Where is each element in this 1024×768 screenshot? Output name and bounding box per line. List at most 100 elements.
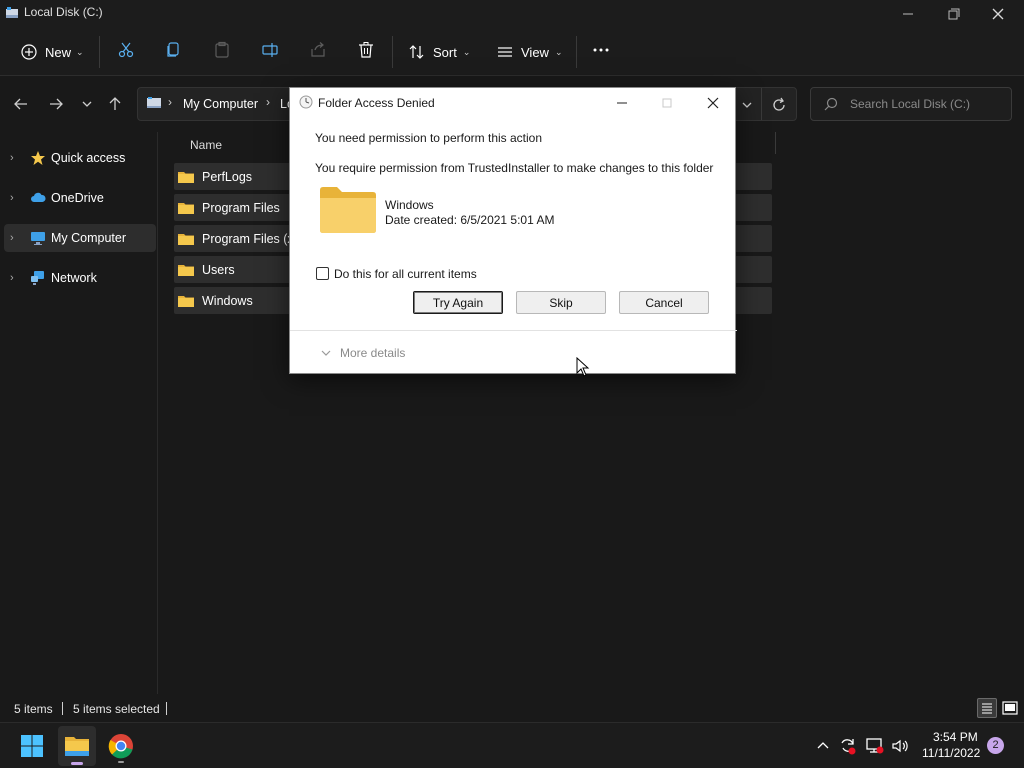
sidebar-item-my-computer[interactable]: › My Computer <box>4 224 156 252</box>
search-icon <box>824 97 838 111</box>
breadcrumb-separator: › <box>266 95 270 109</box>
close-icon[interactable] <box>988 4 1008 24</box>
dialog-divider <box>290 330 737 331</box>
show-hidden-icons-chevron-icon[interactable] <box>815 738 831 754</box>
sidebar-item-network[interactable]: › Network <box>4 264 156 292</box>
folder-icon <box>178 201 194 215</box>
folder-icon <box>178 232 194 246</box>
clock-date[interactable]: 11/11/2022 <box>922 746 980 760</box>
sort-icon <box>409 45 424 59</box>
clock-icon <box>299 95 313 109</box>
apply-to-all-label[interactable]: Do this for all current items <box>334 267 477 281</box>
expand-chevron-icon[interactable]: › <box>4 232 24 244</box>
dialog-title: Folder Access Denied <box>318 96 435 110</box>
address-divider <box>761 88 762 120</box>
window-title: Local Disk (C:) <box>24 5 103 19</box>
toolbar-divider <box>99 36 100 68</box>
toolbar-divider <box>576 36 577 68</box>
cancel-button[interactable]: Cancel <box>619 291 709 314</box>
skip-button[interactable]: Skip <box>516 291 606 314</box>
sidebar-item-label: Network <box>51 271 97 285</box>
start-windows-icon[interactable] <box>20 734 44 758</box>
dialog-minimize-icon[interactable] <box>613 94 631 112</box>
selected-count: 5 items selected <box>73 702 160 716</box>
chevron-down-icon: ⌄ <box>554 46 563 57</box>
breadcrumb-my-computer[interactable]: My Computer <box>183 97 258 111</box>
clock-time[interactable]: 3:54 PM <box>933 730 978 744</box>
share-icon[interactable] <box>309 41 327 59</box>
computer-icon <box>146 97 162 111</box>
sort-button[interactable]: Sort ⌄ <box>408 40 470 64</box>
refresh-icon[interactable] <box>771 97 787 113</box>
more-options-icon[interactable] <box>592 41 610 59</box>
copy-icon[interactable] <box>165 41 183 59</box>
folder-icon <box>178 263 194 277</box>
large-icons-view-icon[interactable] <box>1000 698 1020 718</box>
drive-icon <box>5 6 19 20</box>
expand-chevron-icon[interactable]: › <box>4 192 24 204</box>
cut-icon[interactable] <box>117 41 135 59</box>
details-view-icon[interactable] <box>977 698 997 718</box>
minimize-icon[interactable] <box>898 4 918 24</box>
sidebar-item-label: OneDrive <box>51 191 104 205</box>
folder-name: Windows <box>385 198 434 212</box>
chevron-down-icon: ⌄ <box>462 46 471 57</box>
rename-icon[interactable] <box>261 41 279 59</box>
try-again-button[interactable]: Try Again <box>413 291 503 314</box>
network-monitor-icon[interactable] <box>865 736 885 756</box>
sidebar-item-label: Quick access <box>51 151 126 165</box>
new-label: New <box>45 44 72 60</box>
plus-circle-icon <box>21 44 37 60</box>
folder-access-denied-dialog: Folder Access Denied You need permission… <box>289 87 737 374</box>
restore-icon[interactable] <box>943 4 963 24</box>
view-lines-icon <box>498 47 512 57</box>
folder-icon <box>178 170 194 184</box>
file-name: Windows <box>202 293 253 308</box>
folder-icon <box>319 186 377 234</box>
computer-icon <box>30 230 46 246</box>
title-bar: Local Disk (C:) <box>0 0 1024 28</box>
toolbar-divider <box>392 36 393 68</box>
apply-to-all-checkbox[interactable] <box>316 267 329 280</box>
view-button[interactable]: View ⌄ <box>496 40 563 64</box>
volume-icon[interactable] <box>890 736 910 756</box>
status-divider <box>166 702 167 715</box>
folder-date-created: Date created: 6/5/2021 5:01 AM <box>385 213 555 227</box>
search-input[interactable]: Search Local Disk (C:) <box>810 87 1012 121</box>
new-button[interactable]: New ⌄ <box>20 40 84 64</box>
delete-icon[interactable] <box>357 41 375 59</box>
address-dropdown-chevron-icon[interactable] <box>740 98 754 112</box>
file-name: PerfLogs <box>202 169 253 184</box>
sidebar-item-quick-access[interactable]: › Quick access <box>4 144 156 172</box>
mouse-cursor-icon <box>576 357 590 377</box>
file-name: Users <box>202 262 235 277</box>
cloud-icon <box>30 190 46 206</box>
up-arrow-icon[interactable] <box>107 96 123 112</box>
file-name: Program Files <box>202 200 280 215</box>
navigation-pane: › Quick access › OneDrive › My Computer … <box>0 132 158 694</box>
back-arrow-icon[interactable] <box>13 96 29 112</box>
file-explorer-taskbar-icon[interactable] <box>58 726 96 766</box>
network-icon <box>30 270 46 286</box>
notification-badge[interactable]: 2 <box>987 737 1004 754</box>
column-header-name[interactable]: Name <box>190 138 222 152</box>
dialog-close-icon[interactable] <box>704 94 722 112</box>
sync-error-icon[interactable] <box>838 736 858 756</box>
sort-label: Sort <box>433 44 457 60</box>
recent-locations-chevron-icon[interactable] <box>79 96 95 112</box>
taskbar: 3:54 PM 11/11/2022 2 <box>0 722 1024 768</box>
view-label: View <box>521 44 549 60</box>
chrome-icon[interactable] <box>108 733 134 765</box>
forward-arrow-icon[interactable] <box>48 96 64 112</box>
paste-icon[interactable] <box>213 41 231 59</box>
expand-chevron-icon[interactable]: › <box>4 272 24 284</box>
sidebar-item-onedrive[interactable]: › OneDrive <box>4 184 156 212</box>
column-divider[interactable] <box>775 132 776 154</box>
expand-chevron-icon[interactable]: › <box>4 152 24 164</box>
star-icon <box>30 150 46 166</box>
more-details-link[interactable]: More details <box>340 346 405 360</box>
search-placeholder: Search Local Disk (C:) <box>850 97 971 111</box>
command-bar: New ⌄ Sort ⌄ View ⌄ <box>0 28 1024 76</box>
folder-icon <box>178 294 194 308</box>
more-details-chevron-icon[interactable] <box>320 348 332 358</box>
